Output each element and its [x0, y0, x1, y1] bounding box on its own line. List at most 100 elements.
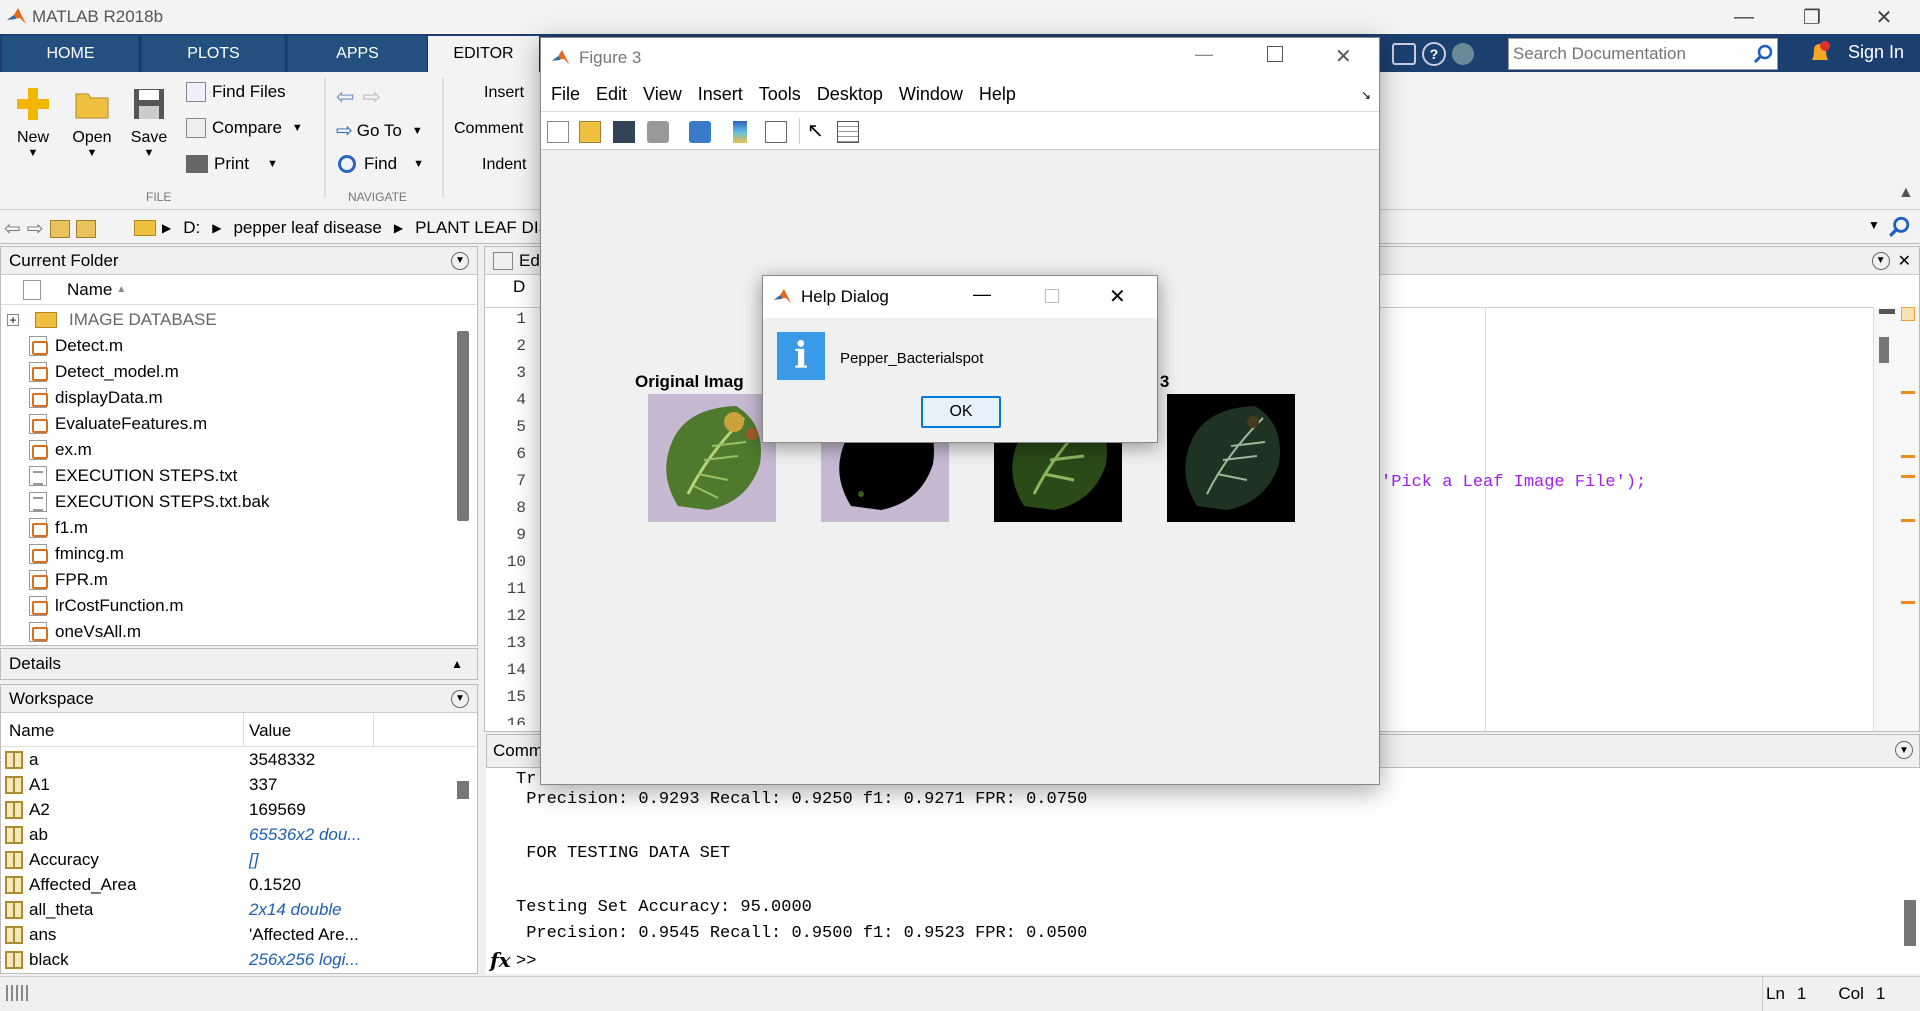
collapse-toolstrip-icon[interactable]: ▲ [1898, 184, 1914, 202]
insert-button[interactable]: Insert [484, 84, 524, 102]
menu-file[interactable]: File [551, 84, 580, 105]
indent-button[interactable]: Indent [482, 156, 526, 174]
editor-file-tab[interactable]: D [513, 277, 525, 297]
ws-value-column[interactable]: Value [249, 721, 291, 741]
dialog-minimize-button[interactable]: — [973, 284, 991, 305]
menu-window[interactable]: Window [899, 84, 963, 105]
ws-name-column[interactable]: Name [9, 721, 54, 741]
compare-button[interactable]: Compare ▼ [186, 118, 303, 138]
help-icon[interactable]: ? [1422, 42, 1446, 66]
back-icon[interactable]: ⇦ [4, 216, 21, 241]
close-button[interactable]: ✕ [1856, 0, 1912, 34]
link-plot-icon[interactable] [689, 121, 711, 143]
up-folder-icon[interactable] [49, 219, 70, 238]
editor-close-icon[interactable]: ✕ [1898, 251, 1911, 271]
panel-menu-icon[interactable]: ▼ [451, 689, 469, 708]
details-panel-header[interactable]: Details ▲ [0, 648, 478, 680]
address-dropdown-icon[interactable]: ▼ [1868, 218, 1880, 232]
breadcrumb-folder[interactable]: pepper leaf disease [233, 218, 381, 238]
workspace-row[interactable]: A1 337 [1, 772, 451, 798]
search-input[interactable] [1513, 41, 1743, 67]
menu-view[interactable]: View [643, 84, 682, 105]
workspace-row[interactable]: a 3548332 [1, 747, 451, 773]
fx-icon[interactable]: fx [490, 948, 511, 972]
workspace-row[interactable]: all_theta 2x14 double [1, 897, 451, 923]
open-button[interactable]: Open ▼ [66, 84, 118, 159]
legend-icon[interactable] [765, 121, 787, 143]
name-column-header[interactable]: Name [67, 280, 112, 300]
find-button[interactable]: Find ▼ [338, 154, 424, 174]
workspace-row[interactable]: A2 169569 [1, 797, 451, 823]
tab-apps[interactable]: APPS [288, 36, 428, 72]
list-item[interactable]: displayData.m [1, 385, 451, 411]
command-window-menu-icon[interactable]: ▼ [1895, 741, 1913, 759]
list-item[interactable]: EvaluateFeatures.m [1, 411, 451, 437]
comment-button[interactable]: Comment [454, 120, 523, 138]
menu-insert[interactable]: Insert [698, 84, 743, 105]
warning-marker[interactable] [1901, 601, 1915, 604]
warning-marker[interactable] [1901, 475, 1915, 478]
save-button[interactable]: Save ▼ [124, 84, 174, 159]
dock-arrow-icon[interactable]: ↘ [1361, 88, 1371, 102]
browse-folder-icon[interactable] [75, 219, 96, 238]
breadcrumb-subfolder[interactable]: PLANT LEAF DIS [415, 218, 540, 238]
figure-minimize-button[interactable]: — [1195, 44, 1213, 65]
panel-menu-icon[interactable]: ▼ [451, 251, 469, 270]
sign-in-link[interactable]: Sign In [1848, 42, 1904, 63]
menu-tools[interactable]: Tools [759, 84, 801, 105]
list-item[interactable]: + IMAGE DATABASE [1, 307, 451, 333]
new-figure-icon[interactable] [547, 121, 569, 143]
ok-button[interactable]: OK [921, 396, 1001, 428]
menu-desktop[interactable]: Desktop [817, 84, 883, 105]
tab-plots[interactable]: PLOTS [142, 36, 286, 72]
code-analyzer-indicator[interactable] [1901, 307, 1915, 321]
warning-marker[interactable] [1901, 391, 1915, 394]
notification-bell-icon[interactable] [1808, 40, 1832, 66]
command-scrollbar[interactable] [1904, 900, 1916, 946]
list-item[interactable]: Detect.m [1, 333, 451, 359]
forward-arrow-icon[interactable]: ⇨ [362, 84, 380, 110]
search-icon[interactable] [1753, 44, 1773, 64]
expand-icon[interactable]: ▲ [451, 657, 463, 671]
list-item[interactable]: lrCostFunction.m [1, 593, 451, 619]
list-item[interactable]: fmincg.m [1, 541, 451, 567]
find-files-button[interactable]: Find Files [186, 82, 286, 102]
workspace-row[interactable]: black 256x256 logi... [1, 947, 451, 973]
list-item[interactable]: oneVsAll.m [1, 619, 451, 645]
save-figure-icon[interactable] [613, 121, 635, 143]
new-button[interactable]: New ▼ [8, 84, 58, 159]
list-item[interactable]: EXECUTION STEPS.txt.bak [1, 489, 451, 515]
print-button[interactable]: Print ▼ [186, 154, 278, 174]
workspace-row[interactable]: Accuracy [] [1, 847, 451, 873]
list-item[interactable]: EXECUTION STEPS.txt [1, 463, 451, 489]
workspace-row[interactable]: ans 'Affected Are... [1, 922, 451, 948]
search-documentation-box[interactable] [1508, 38, 1778, 70]
print-figure-icon[interactable] [647, 121, 669, 143]
address-search-icon[interactable] [1888, 216, 1910, 238]
forward-icon[interactable]: ⇨ [27, 216, 44, 241]
list-item[interactable]: Detect_model.m [1, 359, 451, 385]
open-file-icon[interactable] [579, 121, 601, 143]
command-prompt[interactable]: >> [516, 952, 536, 971]
breadcrumb-drive[interactable]: D: [183, 218, 200, 238]
workspace-row[interactable]: ab 65536x2 dou... [1, 822, 451, 848]
command-window[interactable]: Tr Precision: 0.9293 Recall: 0.9250 f1: … [486, 768, 1920, 974]
back-arrow-icon[interactable]: ⇦ [336, 84, 354, 110]
colorbar-icon[interactable] [733, 121, 747, 143]
warning-marker[interactable] [1901, 519, 1915, 522]
minimize-button[interactable]: — [1716, 0, 1772, 34]
workspace-scrollbar[interactable] [457, 781, 469, 799]
list-item[interactable]: FPR.m [1, 567, 451, 593]
editor-menu-icon[interactable]: ▼ [1871, 251, 1890, 270]
layout-icon[interactable] [1392, 43, 1416, 65]
tab-editor[interactable]: EDITOR [428, 36, 540, 72]
property-inspector-icon[interactable] [837, 121, 859, 143]
editor-scrollbar[interactable] [1879, 337, 1889, 363]
figure-close-button[interactable]: ✕ [1335, 44, 1352, 69]
figure-maximize-button[interactable] [1267, 46, 1283, 62]
edit-plot-cursor-icon[interactable]: ↖ [807, 118, 824, 143]
warning-marker[interactable] [1901, 455, 1915, 458]
folder-scrollbar[interactable] [457, 331, 469, 521]
menu-edit[interactable]: Edit [596, 84, 627, 105]
dialog-close-button[interactable]: ✕ [1109, 284, 1126, 309]
